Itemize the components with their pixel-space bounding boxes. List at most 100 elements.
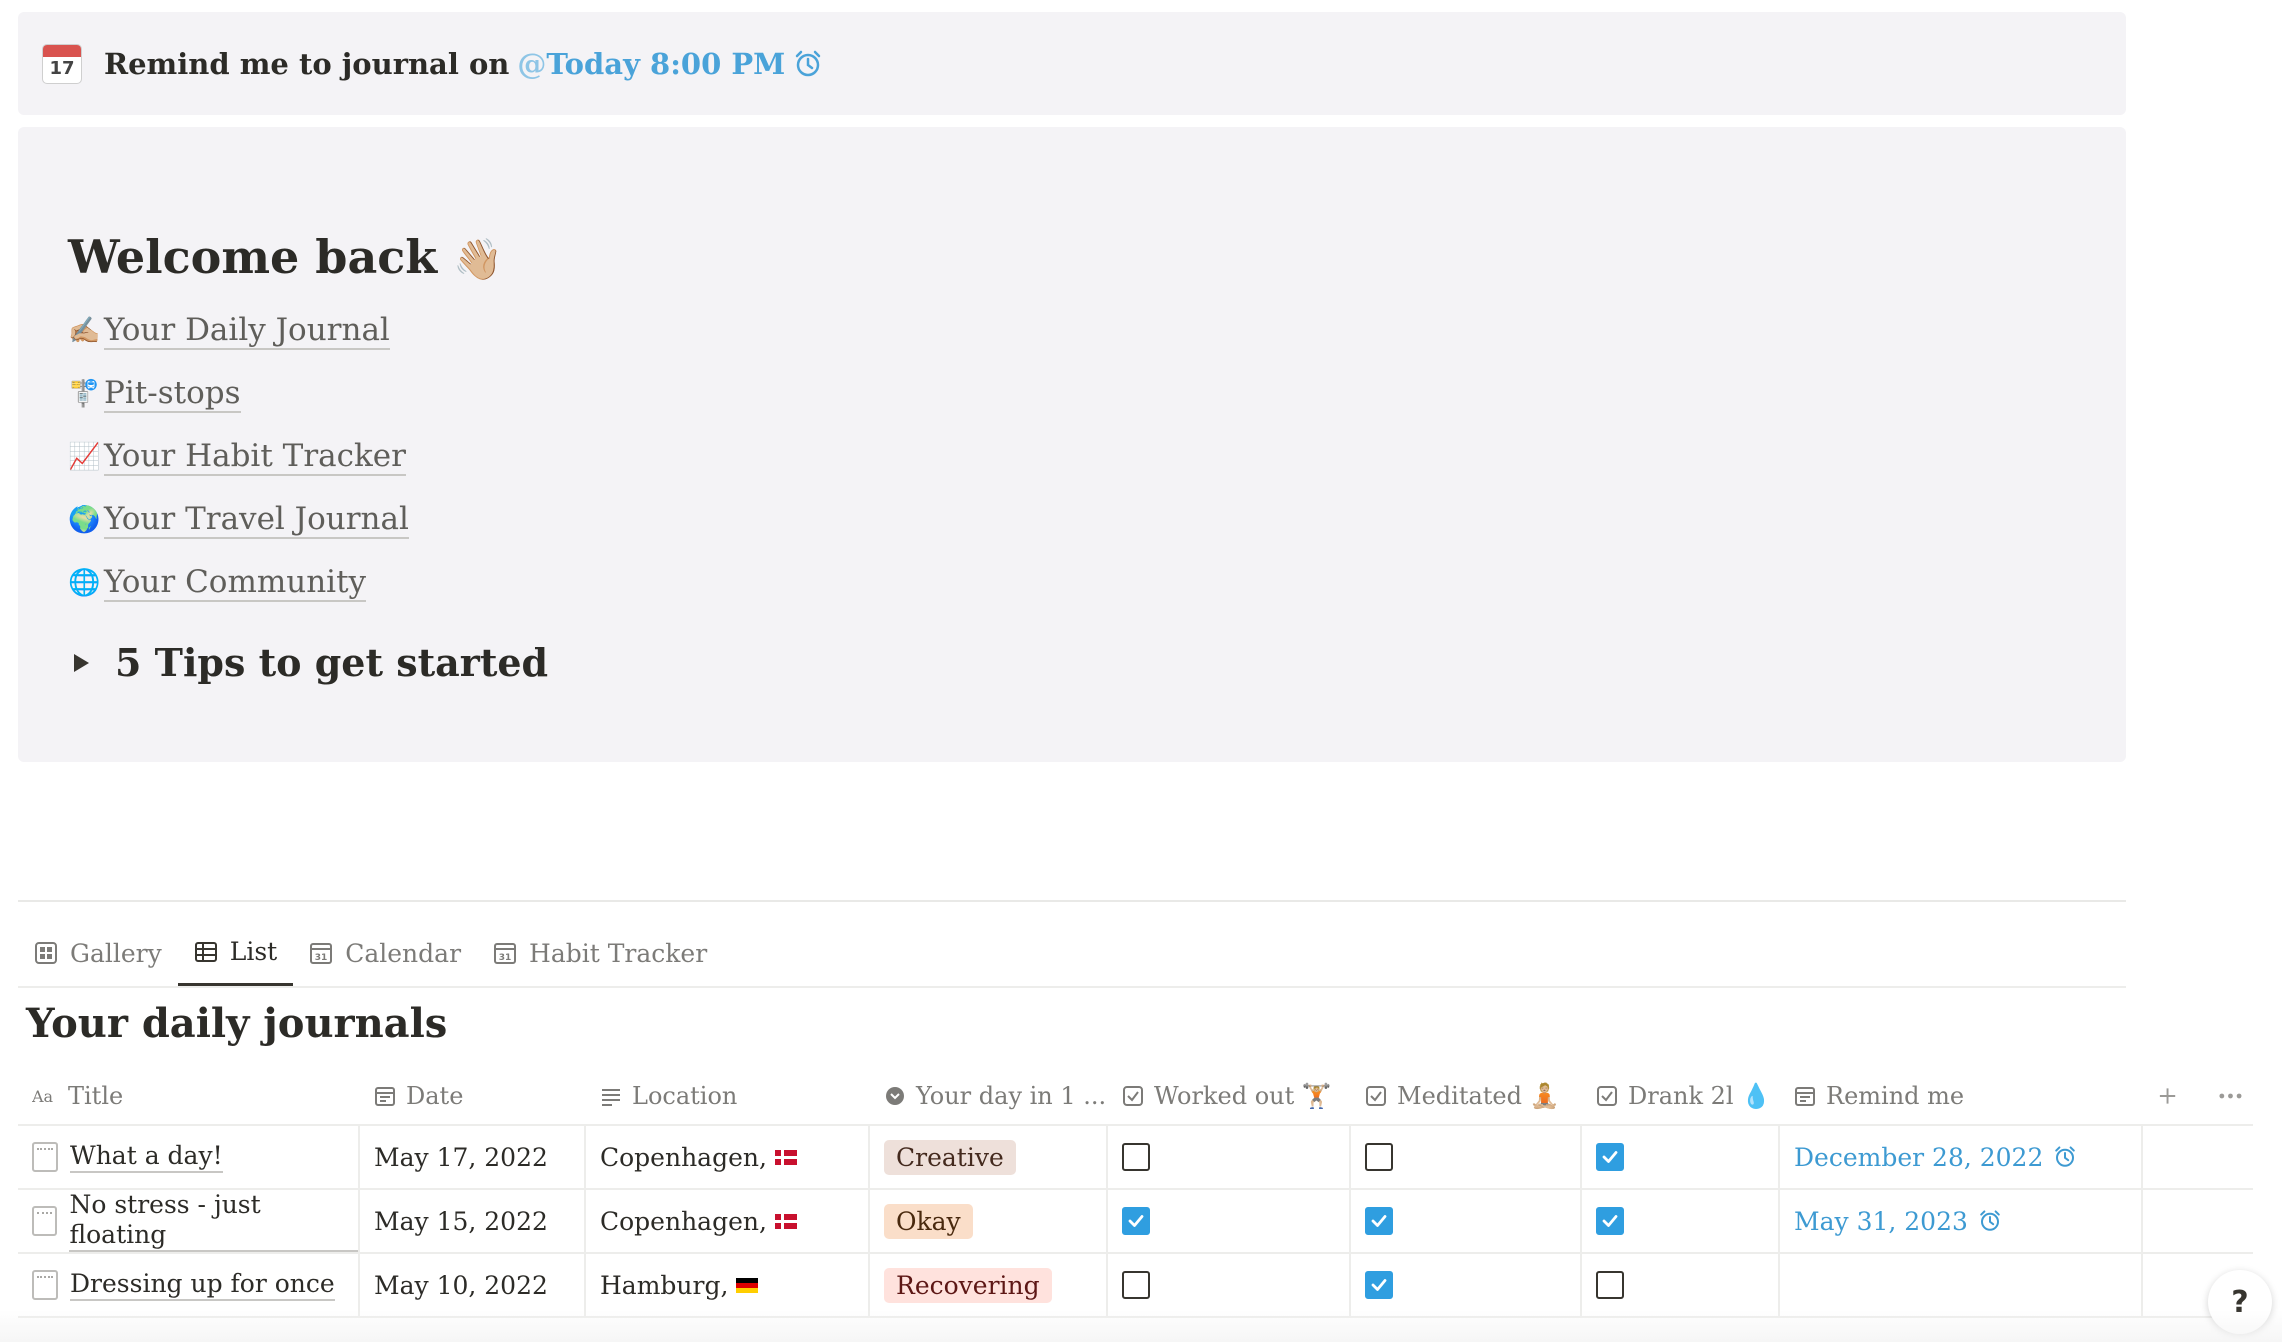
waving-hand-icon: 👋🏼 — [453, 237, 503, 283]
reminder-text: Remind me to journal on — [104, 46, 510, 81]
calendar-icon: 31 — [310, 943, 333, 964]
worked-out-checkbox[interactable] — [1122, 1271, 1150, 1299]
remind-cell[interactable]: December 28, 2022 — [1780, 1126, 2143, 1188]
date-mention[interactable]: @Today 8:00 PM — [517, 47, 785, 81]
tips-toggle[interactable]: 5 Tips to get started — [74, 640, 548, 685]
column-worked-out[interactable]: Worked out 🏋🏼 — [1108, 1068, 1351, 1124]
link-pit-stops[interactable]: 🚏 Pit-stops — [68, 362, 409, 425]
more-icon[interactable] — [2218, 1085, 2243, 1107]
column-drank-2l[interactable]: Drank 2l 💧 — [1582, 1068, 1780, 1124]
alarm-clock-icon[interactable] — [1978, 1209, 2002, 1233]
checkbox-icon — [1123, 1086, 1143, 1106]
remind-cell[interactable]: May 31, 2023 — [1780, 1190, 2143, 1252]
remind-date[interactable]: May 31, 2023 — [1794, 1207, 2002, 1236]
table-header: Aa Title Date Location Your day in 1 ... … — [18, 1068, 2253, 1126]
table-body: What a day! May 17, 2022 Copenhagen, Creati… — [18, 1126, 2253, 1318]
empty-cell — [2143, 1190, 2253, 1252]
mood-cell[interactable]: Okay — [870, 1190, 1108, 1252]
date-cell[interactable]: May 10, 2022 — [360, 1254, 586, 1316]
checkbox-icon — [1366, 1086, 1386, 1106]
date-cell[interactable]: May 17, 2022 — [360, 1126, 586, 1188]
meditated-checkbox[interactable] — [1365, 1207, 1393, 1235]
title-cell[interactable]: No stress - just floating — [18, 1190, 360, 1252]
worked-out-cell — [1108, 1190, 1351, 1252]
checkbox-icon — [1597, 1086, 1617, 1106]
calendar-day: 17 — [49, 57, 75, 79]
svg-text:31: 31 — [315, 953, 328, 963]
tab-calendar[interactable]: 31 Calendar — [293, 920, 477, 986]
worked-out-checkbox[interactable] — [1122, 1143, 1150, 1171]
remind-date[interactable]: December 28, 2022 — [1794, 1143, 2077, 1172]
reminder-callout: 17 Remind me to journal on @Today 8:00 P… — [18, 12, 2126, 115]
welcome-heading: Welcome back 👋🏼 — [68, 230, 503, 284]
column-remind-me[interactable]: Remind me — [1780, 1068, 2143, 1124]
page-icon — [32, 1270, 58, 1300]
link-daily-journal[interactable]: ✍🏼 Your Daily Journal — [68, 299, 409, 362]
table-icon — [194, 941, 217, 962]
mood-tag: Okay — [884, 1203, 973, 1239]
chart-increasing-icon: 📈 — [68, 441, 101, 472]
select-icon — [886, 1087, 904, 1105]
alarm-clock-icon[interactable] — [793, 49, 823, 79]
table-row[interactable]: Dressing up for once May 10, 2022 Hamburg,… — [18, 1254, 2253, 1318]
tab-habit-tracker[interactable]: 31 Habit Tracker — [477, 920, 723, 986]
column-title[interactable]: Aa Title — [18, 1068, 360, 1124]
title-cell[interactable]: What a day! — [18, 1126, 360, 1188]
row-title[interactable]: Dressing up for once — [70, 1269, 335, 1301]
journal-table: Aa Title Date Location Your day in 1 ... … — [18, 1068, 2253, 1318]
link-habit-tracker[interactable]: 📈 Your Habit Tracker — [68, 425, 409, 488]
column-location[interactable]: Location — [586, 1068, 870, 1124]
row-title[interactable]: What a day! — [70, 1141, 223, 1173]
link-travel-journal[interactable]: 🌍 Your Travel Journal — [68, 488, 409, 551]
alarm-clock-icon[interactable] — [2053, 1145, 2077, 1169]
meditated-cell — [1351, 1126, 1582, 1188]
link-community[interactable]: 🌐 Your Community — [68, 551, 409, 614]
globe-icon: 🌍 — [68, 504, 101, 535]
bus-stop-icon: 🚏 — [68, 378, 101, 409]
svg-text:31: 31 — [499, 953, 512, 963]
denmark-flag-icon — [774, 1149, 797, 1165]
tab-gallery[interactable]: Gallery — [18, 920, 178, 986]
table-row[interactable]: No stress - just floating May 15, 2022 Cop… — [18, 1190, 2253, 1254]
worked-out-checkbox[interactable] — [1122, 1207, 1150, 1235]
mood-tag: Recovering — [884, 1267, 1052, 1303]
meditated-checkbox[interactable] — [1365, 1271, 1393, 1299]
row-title[interactable]: No stress - just floating — [69, 1190, 358, 1252]
page-icon — [32, 1142, 58, 1172]
denmark-flag-icon — [774, 1213, 797, 1229]
svg-text:Aa: Aa — [32, 1087, 54, 1106]
meditated-checkbox[interactable] — [1365, 1143, 1393, 1171]
title-cell[interactable]: Dressing up for once — [18, 1254, 360, 1316]
meditated-cell — [1351, 1254, 1582, 1316]
header-actions — [2143, 1068, 2253, 1124]
drank-2l-checkbox[interactable] — [1596, 1271, 1624, 1299]
table-row[interactable]: What a day! May 17, 2022 Copenhagen, Creati… — [18, 1126, 2253, 1190]
drank-2l-cell — [1582, 1254, 1780, 1316]
writing-hand-icon: ✍🏼 — [68, 315, 101, 346]
remind-cell[interactable] — [1780, 1254, 2143, 1316]
column-day-in-one[interactable]: Your day in 1 ... — [870, 1068, 1108, 1124]
mood-tag: Creative — [884, 1139, 1016, 1175]
location-cell[interactable]: Copenhagen, — [586, 1126, 870, 1188]
welcome-callout: Welcome back 👋🏼 ✍🏼 Your Daily Journal 🚏 Pi… — [18, 127, 2126, 762]
toggle-arrow-icon[interactable] — [74, 653, 89, 672]
tab-list[interactable]: List — [177, 920, 294, 986]
calendar-icon: 31 — [494, 943, 517, 964]
date-cell[interactable]: May 15, 2022 — [360, 1190, 586, 1252]
column-date[interactable]: Date — [360, 1068, 586, 1124]
calendar-icon: 17 — [42, 43, 82, 84]
drank-2l-checkbox[interactable] — [1596, 1143, 1624, 1171]
divider — [18, 900, 2126, 902]
drank-2l-checkbox[interactable] — [1596, 1207, 1624, 1235]
drank-2l-cell — [1582, 1126, 1780, 1188]
column-meditated[interactable]: Meditated 🧘🏼 — [1351, 1068, 1582, 1124]
mood-cell[interactable]: Recovering — [870, 1254, 1108, 1316]
location-cell[interactable]: Hamburg, — [586, 1254, 870, 1316]
plus-icon[interactable] — [2157, 1085, 2178, 1107]
quick-links: ✍🏼 Your Daily Journal 🚏 Pit-stops 📈 Your Ha… — [68, 299, 409, 614]
mood-cell[interactable]: Creative — [870, 1126, 1108, 1188]
tabs-divider — [18, 986, 2126, 988]
database-title[interactable]: Your daily journals — [26, 1000, 447, 1047]
location-cell[interactable]: Copenhagen, — [586, 1190, 870, 1252]
tips-toggle-title: 5 Tips to get started — [115, 640, 549, 685]
